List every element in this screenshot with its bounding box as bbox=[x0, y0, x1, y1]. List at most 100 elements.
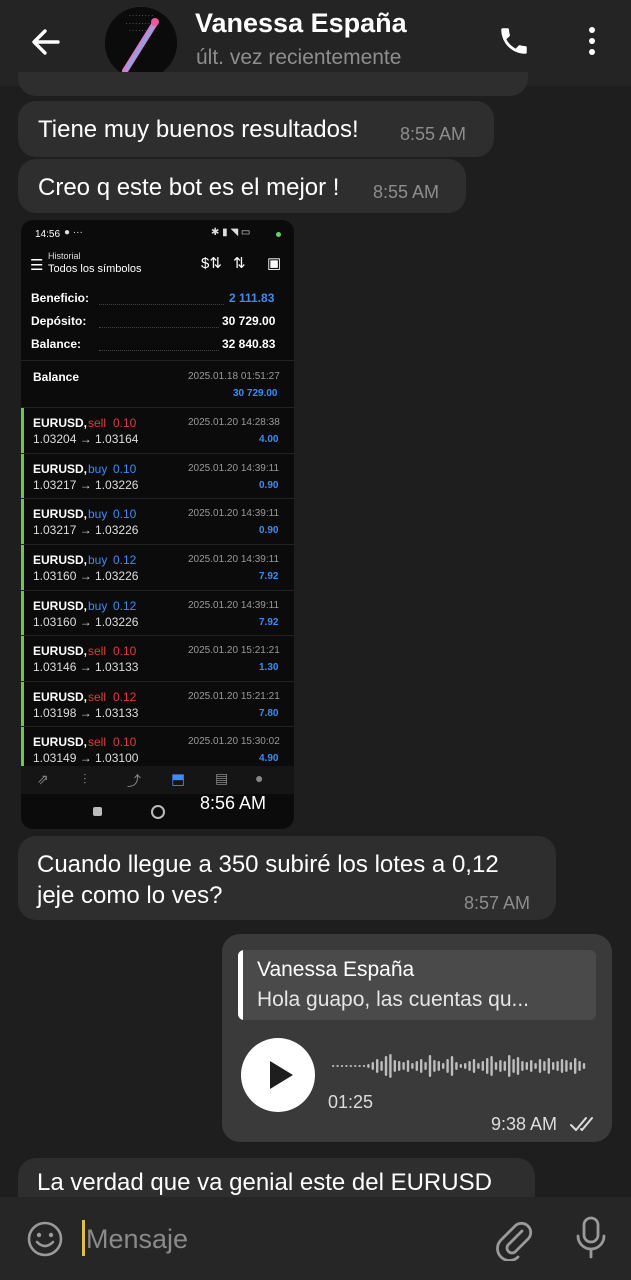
message-input[interactable]: Mensaje bbox=[86, 1224, 188, 1255]
waveform-bar bbox=[415, 1061, 418, 1071]
message-text: Creo q este bot es el mejor ! bbox=[38, 174, 340, 201]
more-options-icon[interactable] bbox=[580, 24, 604, 58]
waveform-bar bbox=[450, 1056, 454, 1076]
text-cursor bbox=[82, 1220, 85, 1256]
trade-lot: 0.10 bbox=[113, 416, 137, 430]
waveform-bar bbox=[556, 1061, 559, 1071]
currency-sort-icon[interactable]: $⇅ bbox=[201, 254, 222, 272]
home-nav-icon bbox=[151, 805, 165, 819]
trade-date: 2025.01.20 15:30:02 bbox=[188, 736, 280, 747]
trade-symbol: EURUSD, bbox=[33, 416, 88, 430]
microphone-icon[interactable] bbox=[574, 1215, 608, 1261]
chat-subtitle: últ. vez recientemente bbox=[196, 46, 402, 69]
play-button[interactable] bbox=[241, 1038, 315, 1112]
trade-prices: 1.03160 → 1.03226 bbox=[33, 569, 139, 583]
waveform-bar bbox=[494, 1062, 498, 1070]
trade-row[interactable]: EURUSD, sell 0.10 1.03146 → 1.03133 2025… bbox=[21, 635, 294, 681]
waveform-bar bbox=[367, 1064, 370, 1068]
trade-lot: 0.12 bbox=[113, 553, 137, 567]
trade-side: buy bbox=[88, 462, 108, 476]
message-composer: Mensaje bbox=[0, 1197, 631, 1280]
trade-profit: 7.80 bbox=[259, 708, 279, 719]
waveform-bar bbox=[538, 1059, 542, 1073]
waveform-bar bbox=[340, 1065, 344, 1067]
balance-row[interactable]: Balance 2025.01.18 01:51:27 30 729.00 bbox=[21, 360, 294, 408]
waveform-bar bbox=[582, 1063, 586, 1069]
emoji-icon[interactable] bbox=[25, 1219, 65, 1259]
waveform-bar bbox=[433, 1060, 436, 1072]
chat-title[interactable]: Vanessa España bbox=[195, 8, 407, 39]
waveform-bar bbox=[534, 1063, 537, 1069]
outgoing-voice-message[interactable]: Vanessa España Hola guapo, las cuentas q… bbox=[222, 934, 612, 1142]
trade-symbol: EURUSD, bbox=[33, 462, 88, 476]
message-bubble[interactable]: Cuando llegue a 350 subiré los lotes a 0… bbox=[18, 836, 556, 920]
screenshot-image-message[interactable]: 14:56 ● ··· ✱ ▮ ◥ ▭ ☰ Historial Todos lo… bbox=[21, 220, 294, 829]
trade-row[interactable]: EURUSD, buy 0.10 1.03217 → 1.03226 2025.… bbox=[21, 498, 294, 544]
waveform-bar bbox=[459, 1064, 462, 1068]
hamburger-icon[interactable]: ☰ bbox=[30, 256, 43, 274]
trade-symbol: EURUSD, bbox=[33, 690, 88, 704]
calendar-icon[interactable]: ▣ bbox=[267, 254, 281, 272]
dotted-leader bbox=[99, 350, 219, 351]
trade-row[interactable]: EURUSD, buy 0.12 1.03160 → 1.03226 2025.… bbox=[21, 544, 294, 590]
voice-duration: 01:25 bbox=[328, 1092, 374, 1112]
trade-lot: 0.10 bbox=[113, 644, 137, 658]
waveform-bar bbox=[362, 1065, 366, 1067]
waveform-bar bbox=[349, 1065, 352, 1067]
contact-avatar[interactable]: · · · · · · · · · · · · · · · · · · · · … bbox=[105, 7, 177, 79]
waveform-bar bbox=[530, 1060, 533, 1072]
dotted-leader bbox=[99, 327, 219, 328]
trade-tab-icon[interactable]: ⤴ bbox=[127, 771, 141, 791]
trade-indicator bbox=[21, 408, 24, 453]
trade-row[interactable]: EURUSD, sell 0.12 1.03198 → 1.03133 2025… bbox=[21, 681, 294, 727]
trade-profit: 0.90 bbox=[259, 525, 279, 536]
waveform-bar bbox=[406, 1060, 410, 1072]
history-tab-icon[interactable]: ⬒ bbox=[171, 770, 185, 788]
trade-side: sell bbox=[88, 735, 107, 749]
waveform-bar bbox=[486, 1058, 489, 1074]
trade-profit: 7.92 bbox=[259, 617, 279, 628]
trade-prices: 1.03198 → 1.03133 bbox=[33, 706, 139, 720]
summary-value: 32 840.83 bbox=[222, 337, 276, 351]
trade-side: buy bbox=[88, 553, 108, 567]
waveform-bar bbox=[578, 1061, 581, 1071]
trade-profit: 0.90 bbox=[259, 480, 279, 491]
trade-row[interactable]: EURUSD, buy 0.10 1.03217 → 1.03226 2025.… bbox=[21, 453, 294, 499]
trade-symbol: EURUSD, bbox=[33, 553, 88, 567]
waveform-bar bbox=[565, 1060, 568, 1072]
reply-quote[interactable]: Vanessa España Hola guapo, las cuentas q… bbox=[238, 950, 596, 1020]
trade-date: 2025.01.20 14:28:38 bbox=[188, 417, 280, 428]
trade-row[interactable]: EURUSD, sell 0.10 1.03149 → 1.03100 2025… bbox=[21, 726, 294, 772]
waveform-bar bbox=[428, 1055, 432, 1077]
trade-lot: 0.10 bbox=[113, 507, 137, 521]
message-text-line1: Cuando llegue a 350 subiré los lotes a 0… bbox=[37, 851, 499, 878]
message-time: 8:55 AM bbox=[400, 124, 467, 144]
quote-text: Hola guapo, las cuentas qu... bbox=[257, 988, 530, 1011]
trade-indicator bbox=[21, 682, 24, 727]
trade-prices: 1.03204 → 1.03164 bbox=[33, 432, 139, 446]
chart-tab-icon[interactable]: ⫶ bbox=[83, 771, 87, 788]
waveform-bar bbox=[547, 1058, 550, 1074]
message-bubble[interactable]: Creo q este bot es el mejor ! 8:55 AM bbox=[18, 159, 466, 213]
phone-icon[interactable] bbox=[497, 24, 531, 58]
voice-waveform[interactable] bbox=[332, 1044, 592, 1088]
trade-profit: 4.00 bbox=[259, 434, 279, 445]
quotes-tab-icon[interactable]: ⇗ bbox=[37, 771, 49, 788]
app-bottom-nav: ⇗ ⫶ ⤴ ⬒ ▤ ● bbox=[21, 766, 294, 794]
waveform-bar bbox=[508, 1055, 511, 1077]
paperclip-icon[interactable] bbox=[494, 1217, 534, 1261]
svg-text:· · · · · · · ·: · · · · · · · · bbox=[129, 13, 153, 19]
message-bubble[interactable]: Tiene muy buenos resultados! 8:55 AM bbox=[18, 101, 494, 157]
waveform-bar bbox=[521, 1061, 524, 1071]
waveform-bar bbox=[446, 1059, 449, 1073]
news-tab-icon[interactable]: ▤ bbox=[215, 770, 228, 787]
chat-tab-icon[interactable]: ● bbox=[255, 770, 263, 786]
trade-date: 2025.01.20 14:39:11 bbox=[188, 554, 280, 565]
waveform-bar bbox=[499, 1060, 502, 1072]
sort-icon[interactable]: ⇅ bbox=[233, 254, 246, 272]
back-arrow-icon[interactable] bbox=[28, 24, 64, 60]
trade-row[interactable]: EURUSD, buy 0.12 1.03160 → 1.03226 2025.… bbox=[21, 590, 294, 636]
waveform-bar bbox=[398, 1061, 401, 1071]
trade-indicator bbox=[21, 591, 24, 636]
trade-row[interactable]: EURUSD, sell 0.10 1.03204 → 1.03164 2025… bbox=[21, 407, 294, 453]
